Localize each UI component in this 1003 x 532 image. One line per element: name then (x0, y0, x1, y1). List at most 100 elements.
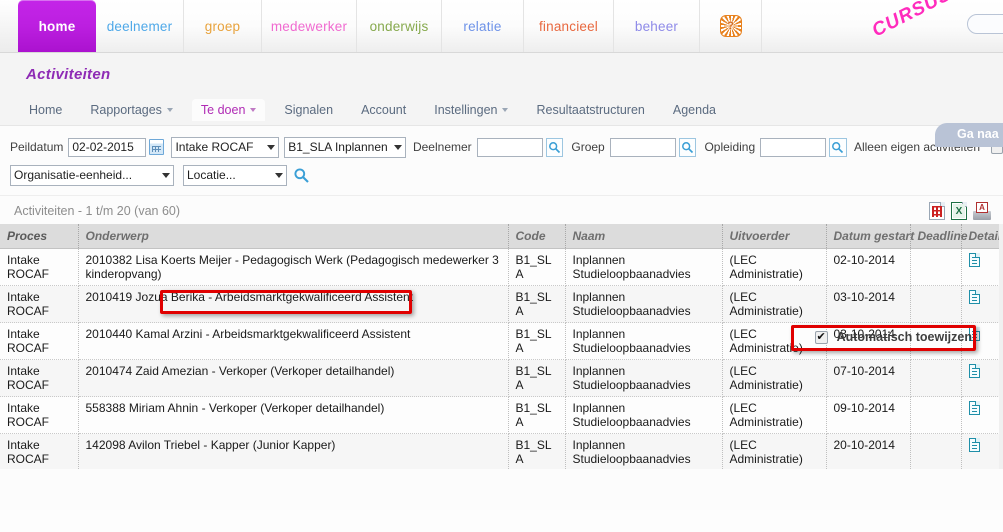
nav-tab-deelnemer[interactable]: deelnemer (96, 0, 184, 52)
groep-input[interactable] (609, 137, 676, 157)
table-row[interactable]: Intake ROCAF 2010419 Jozua Berika - Arbe… (0, 285, 1003, 323)
subnav-item-account[interactable]: Account (352, 99, 415, 121)
grid-caption-row: Activiteiten - 1 t/m 20 (van 60) X A (0, 195, 1003, 224)
deelnemer-label: Deelnemer (412, 140, 472, 154)
deelnemer-search-icon[interactable] (545, 137, 564, 157)
opleiding-label: Opleiding (704, 140, 756, 154)
document-icon[interactable] (968, 364, 980, 378)
subnav-item-home[interactable]: Home (20, 99, 71, 121)
excel-glyph: X (953, 204, 965, 218)
document-icon[interactable] (968, 290, 980, 304)
opleiding-search-icon[interactable] (829, 137, 847, 157)
cell-details (961, 396, 1003, 434)
grid-caption: Activiteiten - 1 t/m 20 (van 60) (14, 204, 181, 218)
chevron-down-icon (266, 144, 275, 150)
topbar-right-area: CURSUS (762, 0, 1003, 52)
secondary-navigation: Home Rapportages Te doen Signalen Accoun… (0, 95, 1003, 125)
filter-bar: Peildatum Intake ROCAF B1_SLA Inplannen … (0, 126, 1003, 344)
export-excel-icon[interactable]: X (951, 202, 967, 220)
main-navigation-bar: home deelnemer groep medewerker onderwij… (0, 0, 1003, 53)
document-icon[interactable] (968, 401, 980, 415)
help-button[interactable]: ? (700, 0, 762, 52)
opleiding-input[interactable] (760, 137, 827, 157)
groep-search-icon[interactable] (678, 137, 697, 157)
subnav-item-agenda[interactable]: Agenda (664, 99, 725, 121)
pdf-glyph: A (976, 202, 988, 213)
table-row[interactable]: Intake ROCAF 142098 Avilon Triebel - Kap… (0, 433, 1003, 469)
question-mark-icon: ? (719, 15, 742, 37)
filter-search-button[interactable] (290, 166, 312, 185)
column-header-code[interactable]: Code (508, 224, 566, 249)
calendar-icon[interactable] (149, 139, 165, 155)
cell-proces: Intake ROCAF (0, 285, 79, 323)
subnav-item-te-doen[interactable]: Te doen (191, 99, 266, 121)
cell-datum: 09-10-2014 (826, 396, 911, 434)
nav-tab-home[interactable]: home (18, 0, 96, 52)
column-header-naam[interactable]: Naam (565, 224, 723, 249)
deelnemer-input[interactable] (476, 137, 543, 157)
cell-details (961, 285, 1003, 323)
cell-naam: Inplannen Studieloopbaanadvies (565, 396, 723, 434)
automatisch-toewijzen-checkbox[interactable] (814, 330, 828, 344)
groep-label: Groep (571, 140, 605, 154)
nav-tab-groep[interactable]: groep (184, 0, 262, 52)
cell-naam: Inplannen Studieloopbaanadvies (565, 359, 723, 397)
peildatum-input[interactable] (68, 137, 147, 157)
cell-details (961, 359, 1003, 397)
subnav-item-signalen[interactable]: Signalen (275, 99, 342, 121)
table-row[interactable]: Intake ROCAF 2010474 Zaid Amezian - Verk… (0, 359, 1003, 397)
subnav-label: Te doen (200, 103, 246, 117)
peildatum-label: Peildatum (10, 140, 64, 154)
cell-onderwerp: 2010382 Lisa Koerts Meijer - Pedagogisch… (78, 248, 509, 286)
cell-code: B1_SLA (508, 433, 566, 469)
stap-select-value: B1_SLA Inplannen (288, 140, 388, 154)
automatisch-toewijzen-group[interactable]: Automatisch toewijzen (814, 330, 972, 344)
subnav-item-resultaatstructuren[interactable]: Resultaatstructuren (527, 99, 653, 121)
cell-proces: Intake ROCAF (0, 359, 79, 397)
subnav-label: Resultaatstructuren (536, 103, 645, 117)
table-header-row: Proces Onderwerp Code Naam Uitvoerder Da… (0, 224, 1003, 249)
column-header-proces[interactable]: Proces (0, 224, 79, 249)
cell-naam: Inplannen Studieloopbaanadvies (565, 248, 723, 286)
cell-onderwerp: 2010419 Jozua Berika - Arbeidsmarktgekwa… (78, 285, 509, 323)
table-row[interactable]: Intake ROCAF 558388 Miriam Ahnin - Verko… (0, 396, 1003, 434)
ga-naar-tab[interactable]: Ga naa (935, 123, 1003, 147)
locatie-select[interactable]: Locatie... (183, 164, 287, 186)
column-header-datum-gestart[interactable]: Datum gestart (826, 224, 914, 249)
nav-tab-relatie[interactable]: relatie (442, 0, 524, 52)
column-header-uitvoerder[interactable]: Uitvoerder (722, 224, 827, 249)
cell-deadline (910, 248, 962, 286)
cell-uitvoerder: (LEC Administratie) (722, 322, 827, 360)
export-csv-icon[interactable] (929, 202, 945, 220)
filter-row-primary: Peildatum Intake ROCAF B1_SLA Inplannen … (10, 135, 1003, 159)
column-header-deadline[interactable]: Deadline (910, 224, 968, 249)
nav-tab-beheer[interactable]: beheer (614, 0, 700, 52)
cell-onderwerp: 2010474 Zaid Amezian - Verkoper (Verkope… (78, 359, 509, 397)
nav-tab-medewerker[interactable]: medewerker (262, 0, 357, 52)
proces-select[interactable]: Intake ROCAF (171, 136, 279, 158)
document-icon[interactable] (968, 438, 980, 452)
content-panel: Peildatum Intake ROCAF B1_SLA Inplannen … (0, 125, 1003, 510)
organisatie-select-value: Organisatie-eenheid... (14, 168, 133, 182)
help-glyph: ? (727, 20, 734, 32)
export-pdf-icon[interactable]: A (973, 202, 991, 220)
cell-datum: 03-10-2014 (826, 285, 911, 323)
export-buttons: X A (929, 202, 991, 220)
subnav-label: Account (361, 103, 407, 117)
nav-tab-financieel[interactable]: financieel (524, 0, 614, 52)
subnav-item-instellingen[interactable]: Instellingen (425, 99, 517, 121)
grid-right-edge (999, 224, 1003, 469)
table-row[interactable]: Intake ROCAF 2010382 Lisa Koerts Meijer … (0, 248, 1003, 286)
cell-details (961, 433, 1003, 469)
document-icon[interactable] (968, 253, 980, 267)
nav-tab-onderwijs[interactable]: onderwijs (357, 0, 442, 52)
subnav-item-rapportages[interactable]: Rapportages (81, 99, 182, 121)
column-header-onderwerp[interactable]: Onderwerp (78, 224, 509, 249)
cell-code: B1_SLA (508, 322, 566, 360)
chevron-down-icon (166, 108, 173, 112)
cell-uitvoerder: (LEC Administratie) (722, 396, 827, 434)
user-menu-pill[interactable] (967, 14, 1003, 34)
cell-uitvoerder: (LEC Administratie) (722, 248, 827, 286)
stap-select[interactable]: B1_SLA Inplannen (284, 136, 406, 158)
organisatie-eenheid-select[interactable]: Organisatie-eenheid... (10, 164, 174, 186)
